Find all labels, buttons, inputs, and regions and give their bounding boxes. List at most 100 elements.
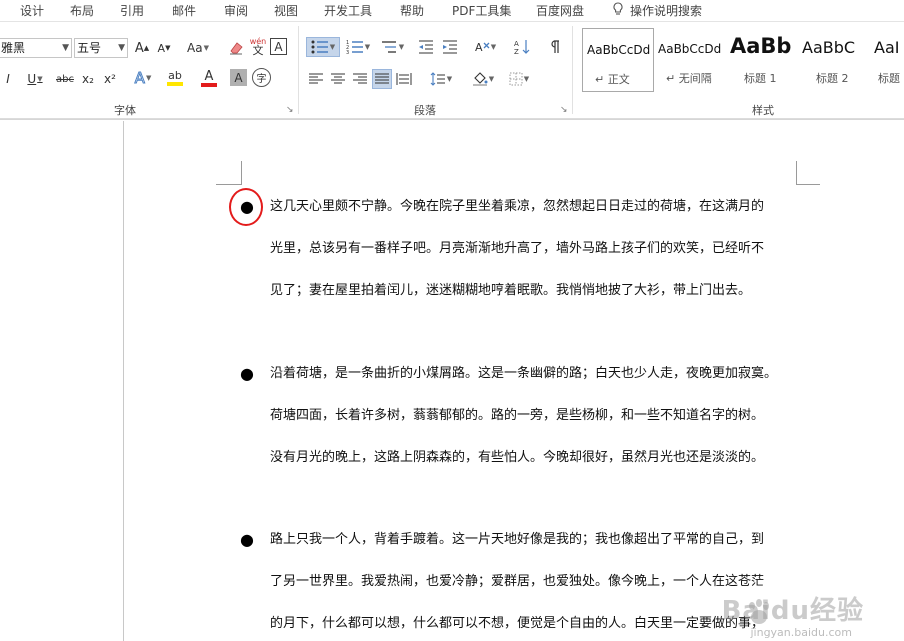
paragraph-line: 见了；妻在屋里拍着闰儿，迷迷糊糊地哼着眠歌。我悄悄地披了大衫，带上门出去。 <box>270 283 752 298</box>
paragraph-dialog-launcher-icon[interactable]: ↘ <box>560 105 568 115</box>
shading-button[interactable]: ▼ <box>468 69 498 89</box>
chevron-down-icon: ▼ <box>118 43 125 53</box>
tab-help[interactable]: 帮助 <box>400 2 424 20</box>
group-divider <box>572 26 573 114</box>
char-border-button[interactable]: A <box>270 38 287 55</box>
align-right-button[interactable] <box>350 69 370 89</box>
strikethrough-button[interactable]: abc <box>54 69 76 89</box>
tab-developer[interactable]: 开发工具 <box>324 2 372 20</box>
style-sample: AaBb <box>730 34 792 58</box>
multilevel-list-button[interactable]: ▼ <box>376 37 408 57</box>
align-justify-icon <box>375 73 389 84</box>
font-name-value: 雅黑 <box>1 41 26 55</box>
paragraph-line: 荷塘四面，长着许多树，蓊蓊郁郁的。路的一旁，是些杨柳，和一些不知道名字的树。 <box>270 408 765 423</box>
char-shading-label: A <box>234 70 243 85</box>
shrink-font-button[interactable]: A ▼ <box>154 38 174 58</box>
paragraph-line: 这几天心里颇不宁静。今晚在院子里坐着乘凉，忽然想起日日走过的荷塘，在这满月的 <box>270 199 765 214</box>
tab-review[interactable]: 审阅 <box>224 2 248 20</box>
multilevel-list-icon <box>381 41 396 53</box>
align-center-button[interactable] <box>328 69 348 89</box>
numbering-button[interactable]: 1 2 3 ▼ <box>342 37 374 57</box>
paragraph-line: 沿着荷塘，是一条曲折的小煤屑路。这是一条幽僻的路；白天也少人走，夜晚更加寂寞。 <box>270 366 778 381</box>
style-title[interactable]: AaI 标题 <box>870 28 904 92</box>
borders-button[interactable]: ▼ <box>504 69 534 89</box>
text-effects-button[interactable]: A ▼ <box>128 68 158 88</box>
tab-view[interactable]: 视图 <box>274 2 298 20</box>
document-canvas[interactable]: ● 这几天心里颇不宁静。今晚在院子里坐着乘凉，忽然想起日日走过的荷塘，在这满月的… <box>0 121 904 641</box>
eraser-icon <box>230 42 243 55</box>
grow-font-label: A <box>134 40 144 56</box>
font-color-bar <box>201 82 217 87</box>
font-color-label: A <box>204 68 214 84</box>
tab-mailings[interactable]: 邮件 <box>172 2 196 20</box>
margin-corner-top-left <box>216 161 242 185</box>
tab-layout[interactable]: 布局 <box>70 2 94 20</box>
clear-format-button[interactable] <box>226 38 246 58</box>
bullet-marker[interactable]: ● <box>240 364 254 406</box>
watermark-title: Baidu经验 <box>721 596 864 626</box>
font-name-combo[interactable]: 雅黑 ▼ <box>0 38 72 58</box>
increase-indent-button[interactable] <box>440 37 460 57</box>
align-left-button[interactable] <box>306 69 326 89</box>
italic-button[interactable]: I <box>0 69 18 89</box>
italic-label: I <box>6 72 10 86</box>
superscript-button[interactable]: x² <box>100 69 120 89</box>
style-heading-1[interactable]: AaBb 标题 1 <box>726 28 798 92</box>
change-case-label: Aa <box>187 41 203 55</box>
bullet-marker[interactable]: ● <box>240 530 254 572</box>
line-spacing-button[interactable]: ▼ <box>426 69 456 89</box>
tab-pdf-tools[interactable]: PDF工具集 <box>452 2 511 20</box>
highlight-color-bar <box>167 82 183 86</box>
lightbulb-icon <box>612 2 624 21</box>
sort-button[interactable]: AZ <box>512 37 532 57</box>
styles-group-label: 样式 <box>752 104 774 117</box>
style-name: ↵ 正文 <box>595 73 630 86</box>
increase-indent-icon <box>443 40 457 54</box>
highlight-button[interactable]: ab <box>160 68 190 88</box>
font-dialog-launcher-icon[interactable]: ↘ <box>286 105 294 115</box>
distributed-button[interactable] <box>394 69 414 89</box>
style-normal[interactable]: AaBbCcDd ↵ 正文 <box>582 28 654 92</box>
change-case-button[interactable]: Aa ▼ <box>184 38 212 58</box>
align-center-icon <box>331 73 345 84</box>
style-name: ↵ 无间隔 <box>666 72 712 85</box>
svg-text:A: A <box>514 40 519 48</box>
subscript-button[interactable]: x₂ <box>78 69 98 89</box>
grow-font-button[interactable]: A ▲ <box>132 38 152 58</box>
chevron-down-icon: ▼ <box>62 43 69 53</box>
enclose-characters-button[interactable]: 字 <box>252 68 271 87</box>
font-size-value: 五号 <box>77 41 102 55</box>
decrease-indent-icon <box>419 40 433 54</box>
tab-baidu-netdisk[interactable]: 百度网盘 <box>536 2 584 20</box>
show-marks-button[interactable] <box>544 37 564 57</box>
char-shading-button[interactable]: A <box>230 69 247 86</box>
justify-button[interactable] <box>372 69 392 89</box>
style-name: 标题 <box>878 72 900 85</box>
style-sample: AaBbC <box>802 38 856 57</box>
font-color-button[interactable]: A <box>194 68 224 88</box>
style-name: 标题 2 <box>816 72 849 85</box>
ribbon: 雅黑 ▼ 五号 ▼ A ▲ A ▼ Aa ▼ wén 文 A I U ▼ abc x₂ x… <box>0 22 904 120</box>
align-right-icon <box>353 73 367 84</box>
paragraph-line: 路上只我一个人，背着手踱着。这一片天地好像是我的；我也像超出了平常的自己，到 <box>270 532 765 547</box>
sort-az-icon: AZ <box>514 40 530 55</box>
phonetic-guide-button[interactable]: wén 文 <box>248 36 268 56</box>
page-left-edge <box>123 121 124 641</box>
bullet-list-icon <box>311 40 328 54</box>
svg-text:A: A <box>475 41 483 54</box>
text-effects-label: A <box>134 69 145 88</box>
bullets-button[interactable]: ▼ <box>306 37 340 57</box>
style-heading-2[interactable]: AaBbC 标题 2 <box>798 28 870 92</box>
decrease-indent-button[interactable] <box>416 37 436 57</box>
tell-me-search[interactable]: 操作说明搜索 <box>612 2 702 20</box>
watermark-url: jingyan.baidu.com <box>750 626 852 639</box>
underline-button[interactable]: U ▼ <box>20 69 50 89</box>
tab-design[interactable]: 设计 <box>20 2 44 20</box>
chinese-layout-button[interactable]: A ▼ <box>470 37 500 57</box>
paragraph-line: 了另一世界里。我爱热闹，也爱冷静；爱群居，也爱独处。像今晚上，一个人在这苍茫 <box>270 574 765 589</box>
tab-references[interactable]: 引用 <box>120 2 144 20</box>
style-no-spacing[interactable]: AaBbCcDd ↵ 无间隔 <box>654 28 726 92</box>
margin-corner-top-right <box>796 161 820 185</box>
paragraph-mark-icon <box>551 40 559 53</box>
font-size-combo[interactable]: 五号 ▼ <box>74 38 128 58</box>
